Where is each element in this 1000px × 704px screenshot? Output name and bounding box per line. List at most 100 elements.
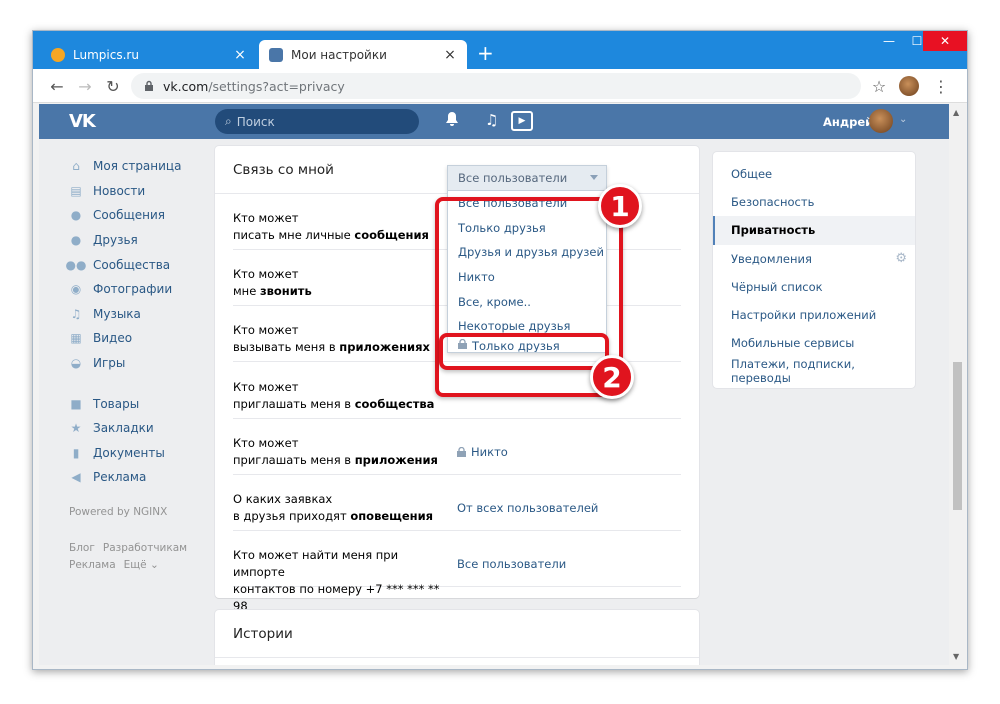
privacy-row-label: Кто может приглашать меня в приложения (233, 435, 443, 469)
nav-item-star[interactable]: ★ Закладки (69, 416, 209, 441)
label-text: приглашать меня в (233, 452, 355, 467)
scroll-down-icon[interactable]: ▼ (953, 652, 959, 661)
scrollbar[interactable]: ▲ ▼ (949, 104, 966, 665)
bookmark-star-icon[interactable]: ☆ (869, 76, 889, 96)
lock-icon (145, 80, 153, 91)
footer-link[interactable]: Ещё ⌄ (124, 559, 159, 571)
chevron-down-icon[interactable]: ⌄ (899, 114, 907, 125)
tab-title: Lumpics.ru (73, 47, 139, 62)
nav-item-friends[interactable]: ●Друзья4 (69, 228, 231, 253)
privacy-row-label: Кто может мне звонить (233, 266, 443, 300)
scroll-thumb[interactable] (953, 362, 962, 510)
reload-icon[interactable]: ↻ (103, 76, 123, 96)
messages-icon: ● (70, 208, 82, 223)
play-icon[interactable]: ▶ (511, 111, 533, 131)
label-bold: оповещения (350, 509, 434, 523)
nav-item-label: Сообщения (93, 208, 166, 223)
settings-menu-item[interactable]: Безопасность (713, 188, 915, 216)
privacy-value-link[interactable]: Все пользователи (457, 557, 566, 571)
privacy-value-link[interactable]: Никто (457, 445, 508, 459)
friends-icon: ● (70, 233, 82, 248)
forward-arrow-icon[interactable]: → (75, 76, 95, 96)
new-tab-button[interactable]: + (477, 43, 494, 63)
footer-link[interactable]: Разработчикам (103, 542, 187, 554)
vk-header: VK ⌕ Поиск ♫ ▶ Андрей ⌄ (39, 104, 949, 139)
label-line: мне звонить (233, 283, 443, 300)
bell-icon[interactable] (445, 111, 459, 131)
nav-item-label: Сообщества (93, 257, 171, 272)
nav-item-groups[interactable]: ●● Сообщества (65, 252, 209, 277)
settings-menu-item[interactable]: Чёрный список (713, 273, 915, 301)
label-text: вызывать меня в (233, 340, 340, 355)
label-text: контактов по номеру +7 *** *** ** 98 (233, 582, 440, 614)
dropdown-selected-label: Все пользователи (458, 171, 568, 185)
camera-icon: ◉ (70, 282, 82, 297)
settings-menu-item[interactable]: Мобильные сервисы (713, 329, 915, 357)
label-line: Кто может (233, 211, 299, 225)
footer-link[interactable]: Блог (69, 542, 95, 554)
tab-settings[interactable]: Мои настройки × (259, 40, 467, 69)
nav-item-music[interactable]: ♫ Музыка (69, 302, 209, 327)
nav-item-camera[interactable]: ◉ Фотографии (69, 277, 209, 302)
settings-menu-label: Мобильные сервисы (731, 336, 855, 351)
dropdown-selected[interactable]: Все пользователи (448, 166, 606, 191)
profile-avatar[interactable] (899, 76, 919, 96)
settings-menu-label: Платежи, подписки, переводы (731, 357, 855, 386)
nav-separator (69, 375, 209, 391)
nav-item-document[interactable]: ▮ Документы (69, 441, 209, 466)
nav-item-label: Друзья (93, 233, 138, 248)
url-path: /settings?act=privacy (208, 78, 345, 94)
close-icon[interactable]: × (233, 47, 247, 63)
nav-item-label: Товары (93, 396, 140, 411)
nav-item-label: Фотографии (93, 282, 173, 297)
back-arrow-icon[interactable]: ← (47, 76, 67, 96)
menu-dots-icon[interactable]: ⋮ (931, 76, 951, 96)
label-line: приглашать меня в сообщества (233, 396, 443, 413)
powered-by: Powered by NGINX (69, 505, 168, 518)
label-line: Кто может (233, 267, 299, 282)
nav-item-messages[interactable]: ●Сообщения1 (69, 203, 231, 228)
minimize-button[interactable]: — (875, 31, 903, 51)
video-icon: ▦ (70, 331, 82, 346)
label-text: писать мне личные (233, 228, 355, 242)
settings-menu-label: Настройки приложений (731, 308, 877, 323)
settings-menu-label: Чёрный список (731, 279, 823, 294)
gear-icon[interactable]: ⚙ (895, 251, 907, 266)
step-badge-2: 2 (590, 355, 634, 399)
groups-icon: ●● (65, 257, 87, 272)
settings-menu: Общее Безопасность Приватность Уведомления ⚙… (713, 152, 915, 388)
news-icon: ▤ (70, 183, 82, 198)
nav-item-gamepad[interactable]: ◒Игры6 (69, 351, 231, 376)
footer-links: Блог Разработчикам Реклама Ещё ⌄ (69, 540, 209, 574)
vk-logo[interactable]: VK (69, 111, 96, 132)
address-bar[interactable]: vk.com/settings?act=privacy (131, 73, 861, 99)
tab-lumpics[interactable]: Lumpics.ru × (41, 40, 257, 69)
nav-item-news[interactable]: ▤ Новости (69, 179, 209, 204)
privacy-row-label: О каких заявках в друзья приходят оповеще… (233, 491, 443, 525)
music-icon[interactable]: ♫ (485, 111, 498, 129)
left-nav: ⌂Моя страница▤Новости●Сообщения1●Друзья4… (65, 154, 231, 574)
avatar[interactable] (869, 109, 893, 133)
nav-item-bag[interactable]: ■ Товары (69, 391, 209, 416)
settings-menu-label: Безопасность (731, 195, 815, 210)
privacy-value-link[interactable]: От всех пользователей (457, 501, 598, 515)
user-name[interactable]: Андрей (823, 115, 873, 129)
browser-titlebar: Lumpics.ru × Мои настройки × + — ☐ ✕ (33, 31, 967, 69)
scroll-up-icon[interactable]: ▲ (953, 108, 959, 117)
nav-item-home[interactable]: ⌂ Моя страница (69, 154, 209, 179)
settings-menu-item[interactable]: Уведомления ⚙ (713, 245, 915, 273)
settings-menu-item[interactable]: Общее (713, 160, 915, 188)
window-close-button[interactable]: ✕ (923, 31, 967, 51)
search-input[interactable]: ⌕ Поиск (215, 109, 419, 134)
footer-link[interactable]: Реклама (69, 559, 116, 571)
nav-item-video[interactable]: ▦ Видео (69, 326, 209, 351)
privacy-row: Кто может найти меня при импорте контакто… (233, 531, 681, 613)
settings-menu-item[interactable]: Приватность (713, 216, 915, 245)
settings-menu-item[interactable]: Настройки приложений (713, 301, 915, 329)
close-icon[interactable]: × (443, 47, 457, 63)
settings-menu-item[interactable]: Платежи, подписки, переводы (713, 357, 915, 385)
nav-item-megaphone[interactable]: ◀ Реклама (69, 465, 209, 490)
step-badge-1: 1 (598, 184, 642, 228)
url-host: vk.com (163, 78, 209, 94)
privacy-row: О каких заявках в друзья приходят оповеще… (233, 475, 681, 531)
